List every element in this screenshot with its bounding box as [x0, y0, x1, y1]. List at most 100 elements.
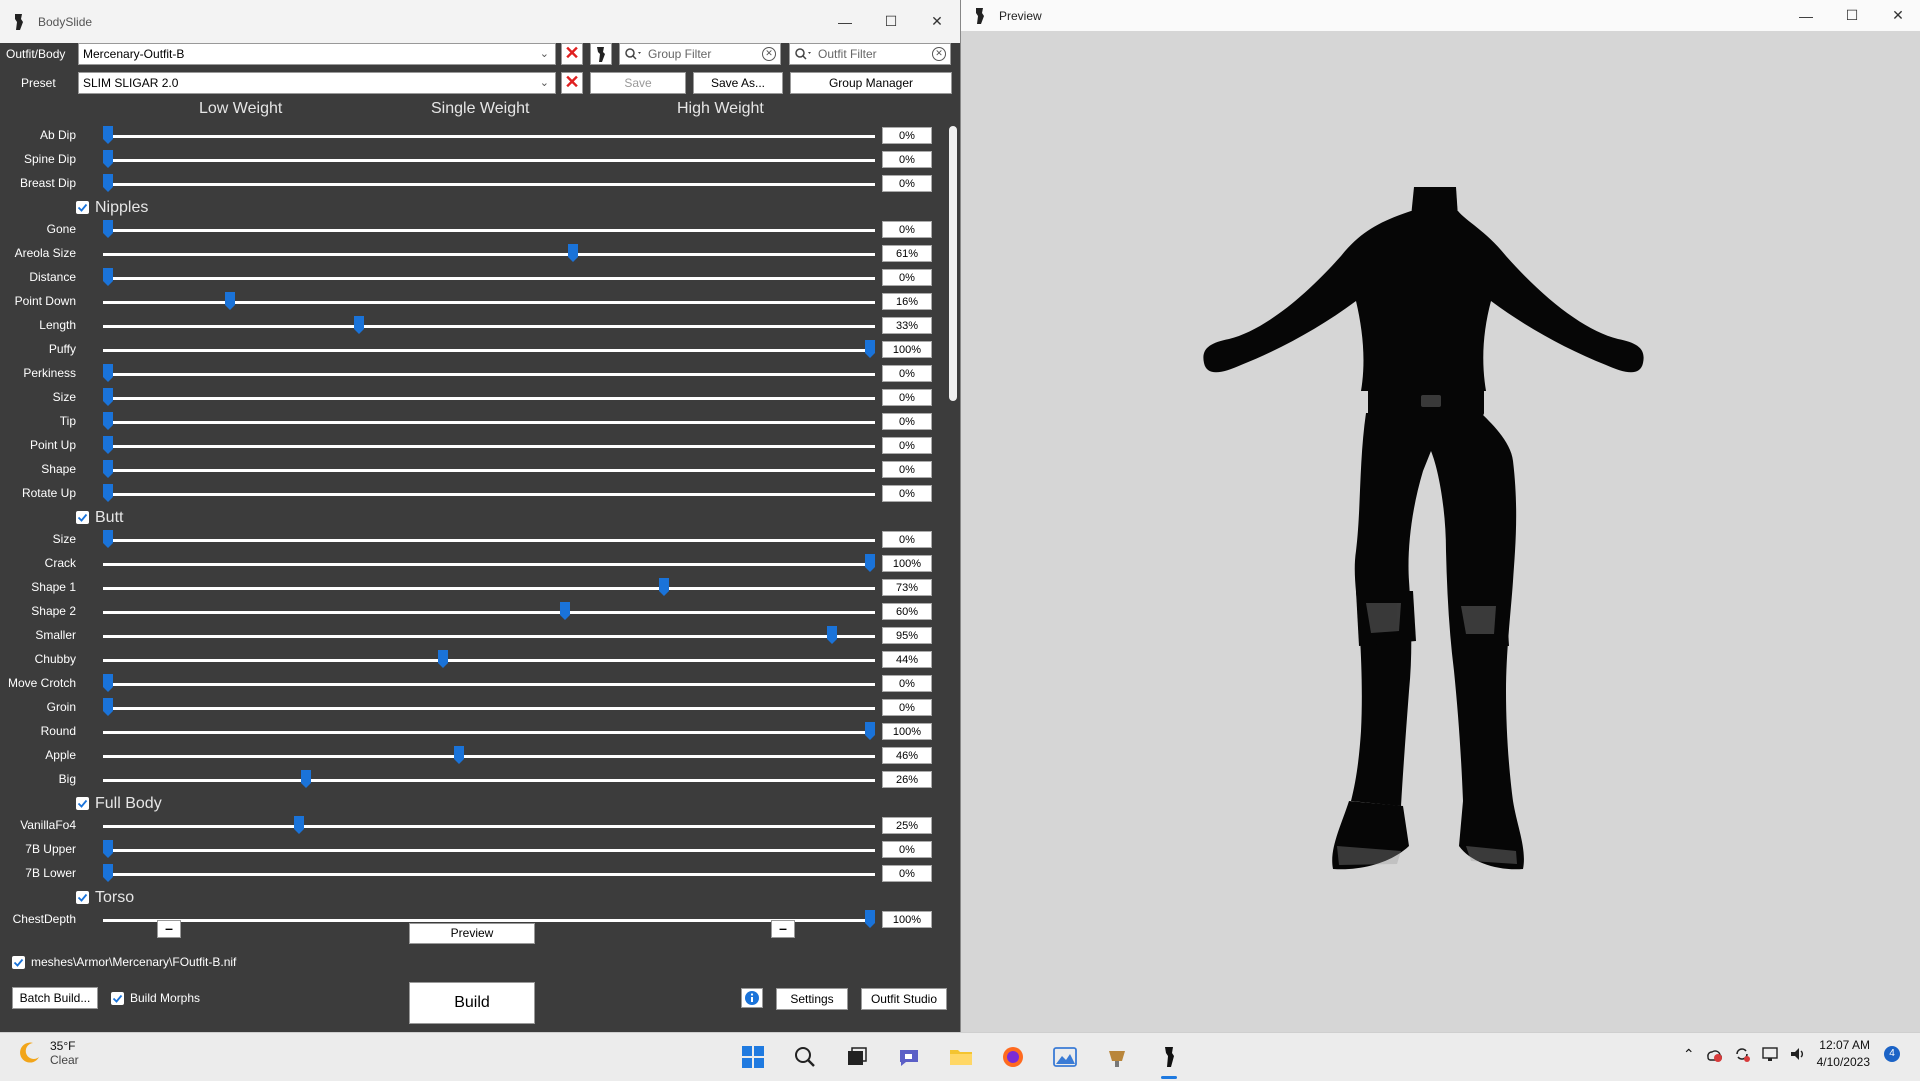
close-icon[interactable]: ✕: [1875, 0, 1920, 31]
group-filter-input[interactable]: Group Filter ✕: [619, 43, 781, 65]
slider-value-field[interactable]: 100%: [882, 723, 932, 740]
group-checkbox[interactable]: [76, 511, 89, 524]
slider-value-field[interactable]: 0%: [882, 675, 932, 692]
slider-value-field[interactable]: 100%: [882, 341, 932, 358]
slider-track[interactable]: [103, 611, 875, 614]
clear-preset-button[interactable]: ✕: [561, 72, 583, 94]
slider-thumb[interactable]: [103, 388, 113, 406]
slider-track[interactable]: [103, 135, 875, 138]
slider-thumb[interactable]: [865, 722, 875, 740]
high-weight-minus-button[interactable]: –: [771, 920, 795, 938]
slider-value-field[interactable]: 61%: [882, 245, 932, 262]
slider-track[interactable]: [103, 873, 875, 876]
slider-track[interactable]: [103, 683, 875, 686]
slider-thumb[interactable]: [224, 292, 235, 310]
slider-thumb[interactable]: [103, 674, 113, 692]
slider-thumb[interactable]: [103, 864, 113, 882]
slider-track[interactable]: [103, 397, 875, 400]
info-button[interactable]: [741, 988, 763, 1008]
slider-value-field[interactable]: 33%: [882, 317, 932, 334]
slider-value-field[interactable]: 0%: [882, 151, 932, 168]
slider-thumb[interactable]: [103, 364, 113, 382]
settings-button[interactable]: Settings: [776, 988, 848, 1010]
clock[interactable]: 12:07 AM 4/10/2023: [1817, 1037, 1870, 1071]
save-as-button[interactable]: Save As...: [693, 72, 783, 94]
volume-icon[interactable]: [1789, 1045, 1807, 1063]
slider-thumb[interactable]: [103, 412, 113, 430]
slider-group-header[interactable]: Nipples: [0, 198, 946, 220]
slider-value-field[interactable]: 0%: [882, 389, 932, 406]
slider-track[interactable]: [103, 919, 875, 922]
slider-group-header[interactable]: Torso: [0, 888, 946, 910]
outfit-filter-input[interactable]: Outfit Filter ✕: [789, 43, 951, 65]
preset-dropdown[interactable]: SLIM SLIGAR 2.0 ⌄: [78, 72, 556, 94]
slider-track[interactable]: [103, 779, 875, 782]
slider-track[interactable]: [103, 325, 875, 328]
taskbar-search-button[interactable]: [787, 1039, 823, 1075]
outfit-icon-button[interactable]: [590, 43, 612, 65]
slider-value-field[interactable]: 0%: [882, 531, 932, 548]
slider-thumb[interactable]: [567, 244, 578, 262]
slider-thumb[interactable]: [103, 220, 113, 238]
slider-track[interactable]: [103, 849, 875, 852]
slider-scrollbar[interactable]: [946, 122, 960, 914]
cleaner-app-button[interactable]: [1099, 1039, 1135, 1075]
notification-badge[interactable]: 4: [1884, 1046, 1900, 1062]
slider-value-field[interactable]: 73%: [882, 579, 932, 596]
slider-value-field[interactable]: 0%: [882, 865, 932, 882]
slider-track[interactable]: [103, 587, 875, 590]
slider-thumb[interactable]: [438, 650, 449, 668]
save-button[interactable]: Save: [590, 72, 686, 94]
file-explorer-button[interactable]: [943, 1039, 979, 1075]
preview-titlebar[interactable]: Preview — ☐ ✕: [961, 0, 1920, 31]
slider-thumb[interactable]: [103, 484, 113, 502]
slider-track[interactable]: [103, 421, 875, 424]
slider-thumb[interactable]: [103, 530, 113, 548]
onedrive-error-icon[interactable]: [1705, 1045, 1723, 1063]
slider-thumb[interactable]: [865, 340, 875, 358]
slider-thumb[interactable]: [865, 554, 875, 572]
slider-value-field[interactable]: 0%: [882, 269, 932, 286]
slider-value-field[interactable]: 0%: [882, 413, 932, 430]
slider-group-header[interactable]: Butt: [0, 508, 946, 530]
bodyslide-titlebar[interactable]: BodySlide — ☐ ✕: [0, 0, 960, 43]
minimize-icon[interactable]: —: [822, 0, 868, 43]
slider-thumb[interactable]: [826, 626, 837, 644]
build-button[interactable]: Build: [409, 982, 535, 1024]
start-button[interactable]: [735, 1039, 771, 1075]
low-weight-minus-button[interactable]: –: [157, 920, 181, 938]
slider-value-field[interactable]: 0%: [882, 841, 932, 858]
slider-thumb[interactable]: [103, 268, 113, 286]
slider-track[interactable]: [103, 659, 875, 662]
slider-track[interactable]: [103, 349, 875, 352]
preview-3d-viewport[interactable]: [961, 31, 1920, 1032]
slider-track[interactable]: [103, 373, 875, 376]
slider-track[interactable]: [103, 445, 875, 448]
slider-value-field[interactable]: 95%: [882, 627, 932, 644]
sync-icon[interactable]: [1733, 1045, 1751, 1063]
slider-thumb[interactable]: [103, 126, 113, 144]
slider-track[interactable]: [103, 707, 875, 710]
group-manager-button[interactable]: Group Manager: [790, 72, 952, 94]
batch-build-button[interactable]: Batch Build...: [12, 987, 98, 1009]
mesh-path-checkbox[interactable]: [12, 955, 25, 969]
slider-group-header[interactable]: Full Body: [0, 794, 946, 816]
slider-thumb[interactable]: [354, 316, 365, 334]
slider-value-field[interactable]: 0%: [882, 365, 932, 382]
slider-value-field[interactable]: 0%: [882, 221, 932, 238]
slider-value-field[interactable]: 100%: [882, 911, 932, 928]
slider-value-field[interactable]: 16%: [882, 293, 932, 310]
preview-button[interactable]: Preview: [409, 923, 535, 944]
slider-thumb[interactable]: [103, 840, 113, 858]
slider-value-field[interactable]: 44%: [882, 651, 932, 668]
photos-button[interactable]: [1047, 1039, 1083, 1075]
clear-outfit-filter-icon[interactable]: ✕: [932, 47, 946, 61]
build-morphs-row[interactable]: Build Morphs: [111, 991, 200, 1005]
slider-value-field[interactable]: 0%: [882, 175, 932, 192]
slider-thumb[interactable]: [103, 698, 113, 716]
slider-track[interactable]: [103, 183, 875, 186]
slider-value-field[interactable]: 60%: [882, 603, 932, 620]
slider-track[interactable]: [103, 301, 875, 304]
chevron-up-icon[interactable]: ⌃: [1683, 1046, 1695, 1063]
slider-track[interactable]: [103, 563, 875, 566]
